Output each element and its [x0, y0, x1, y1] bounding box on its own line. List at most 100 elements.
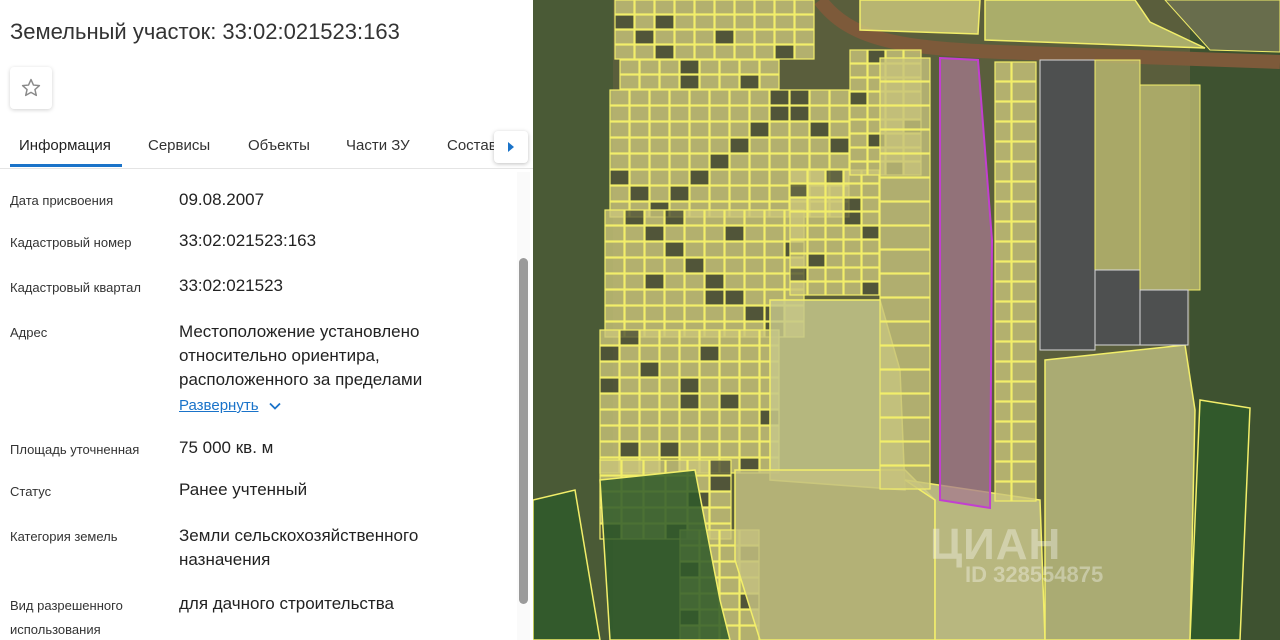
parcel[interactable] [749, 105, 770, 122]
parcel[interactable] [729, 153, 750, 170]
parcel[interactable] [609, 105, 630, 122]
parcel[interactable] [639, 377, 660, 394]
parcel[interactable] [829, 121, 850, 138]
parcel[interactable] [1011, 101, 1037, 122]
parcel[interactable] [861, 183, 880, 198]
parcel[interactable] [689, 185, 710, 202]
parcel[interactable] [709, 105, 730, 122]
parcel[interactable] [829, 105, 850, 122]
parcel[interactable] [619, 74, 640, 90]
parcel[interactable] [994, 141, 1012, 162]
parcel[interactable] [734, 44, 755, 60]
parcel[interactable] [789, 153, 810, 170]
parcel[interactable] [709, 491, 732, 508]
parcel[interactable] [704, 305, 725, 322]
parcel[interactable] [709, 475, 732, 492]
parcel[interactable] [724, 225, 745, 242]
parcel[interactable] [994, 81, 1012, 102]
parcel[interactable] [879, 81, 931, 106]
parcel[interactable] [619, 361, 640, 378]
parcel[interactable] [825, 239, 844, 254]
parcel[interactable] [639, 74, 660, 90]
parcel[interactable] [679, 377, 700, 394]
parcel[interactable] [769, 137, 790, 154]
parcel[interactable] [624, 241, 645, 258]
parcel[interactable] [807, 239, 826, 254]
parcel[interactable] [809, 153, 830, 170]
parcel[interactable] [614, 29, 635, 45]
parcel[interactable] [994, 481, 1012, 502]
parcel[interactable] [629, 137, 650, 154]
parcel[interactable] [709, 121, 730, 138]
parcel[interactable] [774, 14, 795, 30]
parcel[interactable] [729, 185, 750, 202]
parcel[interactable] [689, 137, 710, 154]
expand-address-link[interactable]: Развернуть [179, 397, 281, 414]
parcel[interactable] [669, 121, 690, 138]
parcel[interactable] [599, 361, 620, 378]
parcel[interactable] [764, 241, 785, 258]
parcel[interactable] [739, 329, 760, 346]
parcel[interactable] [825, 211, 844, 226]
scrollbar-thumb[interactable] [519, 258, 528, 604]
parcel[interactable] [789, 197, 808, 212]
parcel[interactable] [849, 105, 868, 120]
parcel[interactable] [689, 105, 710, 122]
parcel[interactable] [739, 409, 760, 426]
parcel[interactable] [719, 329, 740, 346]
parcel[interactable] [994, 401, 1012, 422]
parcel[interactable] [859, 0, 981, 35]
parcel[interactable] [629, 89, 650, 106]
parcel[interactable] [809, 89, 830, 106]
parcel[interactable] [849, 133, 868, 148]
parcel[interactable] [843, 253, 862, 268]
parcel[interactable] [709, 185, 730, 202]
parcel[interactable] [1011, 181, 1037, 202]
parcel[interactable] [714, 29, 735, 45]
parcel[interactable] [604, 289, 625, 306]
parcel[interactable] [619, 409, 640, 426]
parcel[interactable] [689, 153, 710, 170]
parcel[interactable] [669, 185, 690, 202]
parcel[interactable] [719, 361, 740, 378]
parcel[interactable] [829, 137, 850, 154]
parcel[interactable] [679, 425, 700, 442]
parcel[interactable] [599, 425, 620, 442]
parcel[interactable] [624, 225, 645, 242]
parcel[interactable] [709, 153, 730, 170]
parcel[interactable] [709, 89, 730, 106]
parcel[interactable] [664, 241, 685, 258]
parcel[interactable] [699, 441, 720, 458]
parcel[interactable] [879, 465, 931, 490]
parcel[interactable] [719, 593, 740, 610]
parcel[interactable] [659, 409, 680, 426]
parcel[interactable] [879, 417, 931, 442]
parcel[interactable] [807, 211, 826, 226]
parcel[interactable] [1011, 361, 1037, 382]
parcel[interactable] [714, 0, 735, 15]
parcel[interactable] [659, 377, 680, 394]
parcel[interactable] [769, 121, 790, 138]
forest-parcel[interactable] [1189, 399, 1251, 640]
parcel[interactable] [994, 181, 1012, 202]
parcel[interactable] [719, 577, 740, 594]
parcel[interactable] [843, 225, 862, 240]
parcel[interactable] [1139, 289, 1189, 346]
parcel[interactable] [639, 409, 660, 426]
parcel[interactable] [754, 14, 775, 30]
parcel[interactable] [724, 241, 745, 258]
parcel[interactable] [744, 257, 765, 274]
parcel[interactable] [789, 225, 808, 240]
parcel[interactable] [639, 425, 660, 442]
parcel[interactable] [769, 169, 790, 186]
parcel[interactable] [1011, 481, 1037, 502]
parcel[interactable] [684, 257, 705, 274]
parcel[interactable] [599, 441, 620, 458]
parcel[interactable] [994, 421, 1012, 442]
parcel[interactable] [729, 137, 750, 154]
parcel[interactable] [679, 393, 700, 410]
parcel[interactable] [794, 0, 815, 15]
parcel[interactable] [739, 74, 760, 90]
parcel[interactable] [829, 89, 850, 106]
parcel[interactable] [624, 209, 645, 226]
